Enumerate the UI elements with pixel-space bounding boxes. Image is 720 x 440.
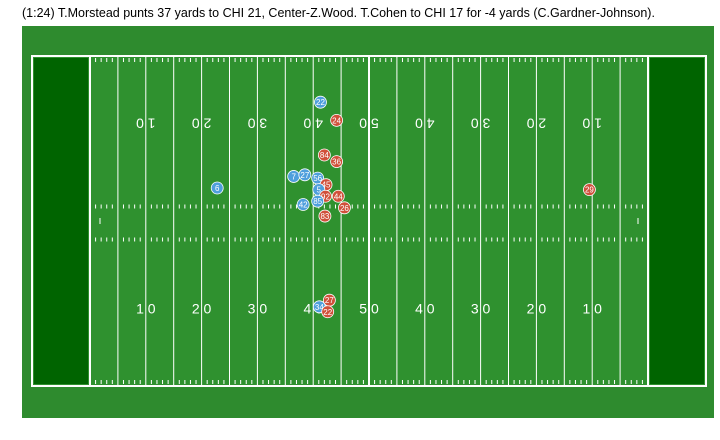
player-marker: 85 — [311, 194, 325, 208]
player-marker: 22 — [321, 305, 335, 319]
yard-number-bottom: 2 0 — [192, 300, 212, 316]
player-marker: 42 — [296, 198, 310, 211]
player-number: 42 — [299, 201, 308, 210]
yard-number-bottom: 3 0 — [471, 300, 491, 316]
yard-number-top: 5 0 — [359, 116, 379, 132]
player-number: 22 — [316, 98, 325, 107]
right-endzone — [650, 58, 704, 384]
yard-number-top: 4 0 — [415, 116, 435, 132]
player-number: 7 — [291, 172, 296, 181]
player-marker: 22 — [314, 95, 327, 109]
player-marker: 24 — [330, 113, 344, 127]
play-description: (1:24) T.Morstead punts 37 yards to CHI … — [22, 6, 655, 20]
yard-number-top: 3 0 — [247, 116, 267, 132]
left-endzone — [34, 58, 88, 384]
player-number: 44 — [334, 192, 343, 201]
player-number: 24 — [332, 116, 341, 125]
player-marker: 6 — [210, 181, 224, 195]
player-number: 22 — [323, 308, 332, 317]
yard-number-top: 2 0 — [192, 116, 212, 132]
yard-number-top: 1 0 — [582, 116, 602, 132]
yard-number-bottom: 2 0 — [527, 300, 547, 316]
player-number: 84 — [320, 151, 329, 160]
player-marker: 36 — [330, 155, 344, 169]
player-marker: 26 — [338, 201, 351, 215]
player-number: 36 — [332, 158, 341, 167]
player-marker: 29 — [583, 183, 596, 197]
player-marker: 44 — [331, 189, 345, 203]
player-marker: 84 — [317, 148, 331, 162]
yard-number-bottom: 3 0 — [248, 300, 268, 316]
yard-number-bottom: 4 0 — [415, 300, 435, 316]
football-field-diagram: 1 0 2 0 3 0 4 0 5 0 4 0 3 0 2 0 1 0 1 0 2 0 3 0 4 0 5… — [22, 26, 714, 418]
yard-number-bottom: 5 0 — [359, 300, 379, 316]
yard-number-top: 2 0 — [526, 116, 546, 132]
player-marker: 83 — [318, 209, 332, 223]
player-number: 26 — [340, 204, 349, 213]
yard-number-top: 3 0 — [471, 116, 491, 132]
yard-number-bottom: 1 0 — [582, 300, 602, 316]
player-marker: 7 — [287, 170, 301, 183]
yard-number-top: 1 0 — [136, 116, 156, 132]
field-svg: 1 0 2 0 3 0 4 0 5 0 4 0 3 0 2 0 1 0 1 0 2 0 3 0 4 0 5… — [22, 26, 714, 418]
player-number: 27 — [325, 296, 334, 305]
player-number: 85 — [313, 197, 322, 206]
player-number: 27 — [300, 171, 309, 180]
player-number: 83 — [320, 212, 329, 221]
yard-number-top: 4 0 — [303, 116, 323, 132]
player-marker: 27 — [298, 168, 312, 182]
player-number: 6 — [215, 184, 220, 193]
player-number: 29 — [585, 186, 594, 195]
yard-number-bottom: 1 0 — [136, 300, 156, 316]
